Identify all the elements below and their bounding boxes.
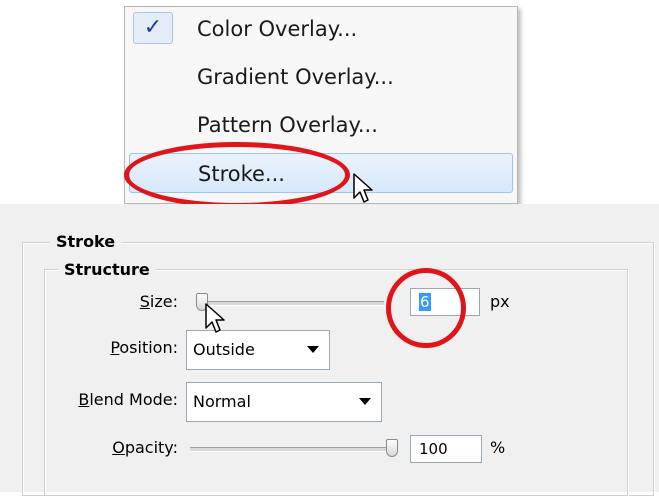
menu-item-label: Pattern Overlay... bbox=[197, 113, 378, 137]
highlight-ellipse-stroke bbox=[124, 142, 350, 208]
stroke-group-title: Stroke bbox=[50, 232, 122, 251]
menu-item-pattern-overlay[interactable]: Pattern Overlay... bbox=[129, 105, 513, 145]
opacity-label: Opacity: bbox=[112, 438, 178, 457]
opacity-slider-thumb[interactable] bbox=[386, 439, 398, 457]
menu-item-label: Color Overlay... bbox=[197, 17, 358, 41]
menu-item-gradient-overlay[interactable]: Gradient Overlay... bbox=[129, 57, 513, 97]
opacity-slider-track[interactable] bbox=[190, 447, 394, 452]
position-dropdown[interactable]: Outside bbox=[186, 330, 330, 370]
position-value: Outside bbox=[193, 340, 255, 359]
size-label: Size: bbox=[139, 292, 178, 311]
opacity-unit: % bbox=[490, 438, 506, 457]
highlight-ellipse-size bbox=[386, 268, 466, 348]
menu-item-label: Gradient Overlay... bbox=[197, 65, 394, 89]
structure-group-title: Structure bbox=[58, 260, 156, 279]
blend-mode-value: Normal bbox=[193, 392, 251, 411]
position-label: Position: bbox=[110, 338, 178, 357]
blend-mode-label: Blend Mode: bbox=[78, 390, 178, 409]
chevron-down-icon bbox=[307, 346, 319, 353]
arrow-cursor-icon bbox=[353, 173, 373, 203]
blend-mode-dropdown[interactable]: Normal bbox=[186, 382, 382, 422]
menu-item-color-overlay[interactable]: ✓ Color Overlay... bbox=[129, 9, 513, 49]
opacity-input[interactable]: 100 bbox=[410, 435, 482, 463]
size-unit: px bbox=[490, 292, 510, 311]
chevron-down-icon bbox=[359, 398, 371, 405]
arrow-cursor-icon bbox=[205, 303, 225, 333]
stroke-panel: Stroke Structure Size: 6 px Position: Ou… bbox=[0, 204, 659, 496]
check-icon: ✓ bbox=[133, 12, 173, 44]
